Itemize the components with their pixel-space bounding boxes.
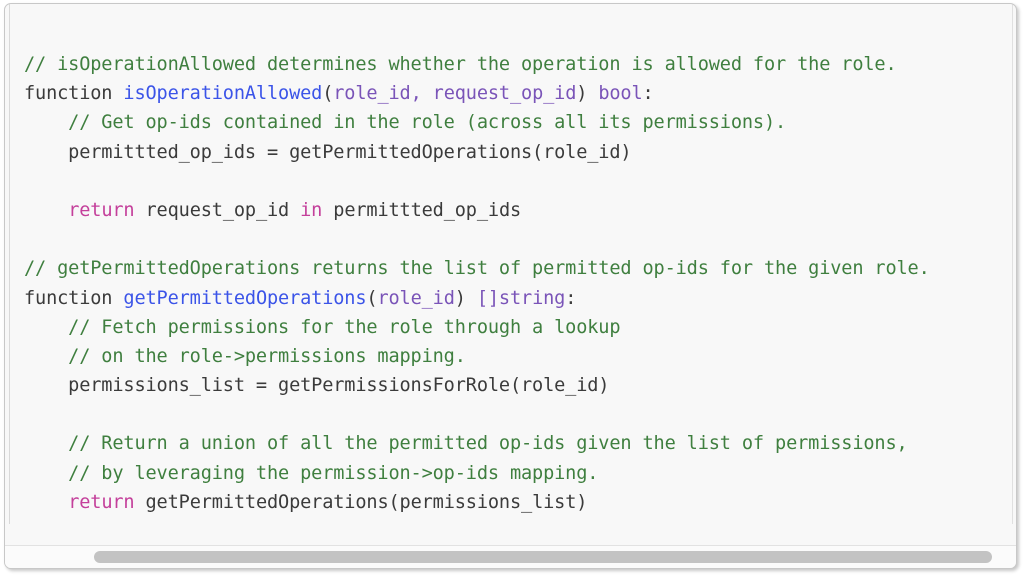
code-token-pln: permittted_op_ids [322, 199, 522, 221]
code-line: permittted_op_ids = getPermittedOperatio… [24, 138, 930, 167]
horizontal-scrollbar-thumb[interactable] [94, 551, 992, 563]
code-token-pln [24, 200, 68, 221]
code-token-typ: []string [476, 287, 566, 309]
code-line: ​ [24, 225, 930, 254]
code-line: // by leveraging the permission->op-ids … [24, 459, 930, 488]
code-token-cmt: // Fetch permissions for the role throug… [24, 316, 621, 338]
code-token-pln [24, 492, 68, 513]
code-line: permissions_list = getPermissionsForRole… [24, 371, 930, 400]
left-gutter-rule [9, 4, 10, 524]
code-line: // Return a union of all the permitted o… [24, 429, 930, 458]
code-token-typ: role_id [377, 287, 455, 309]
code-line: return getPermittedOperations(permission… [24, 488, 930, 517]
code-scroll-area[interactable]: // isOperationAllowed determines whether… [5, 4, 1016, 546]
code-token-pln: request_op_id [134, 199, 301, 221]
code-token-cmt: // on the role->permissions mapping. [24, 345, 466, 367]
code-token-fn: isOperationAllowed [123, 83, 323, 105]
code-token-cmt: // isOperationAllowed determines whether… [24, 54, 897, 75]
code-line: // Get op-ids contained in the role (acr… [24, 108, 930, 137]
horizontal-scrollbar[interactable] [5, 545, 1016, 568]
code-line: // isOperationAllowed determines whether… [24, 50, 930, 79]
right-gutter-rule [1012, 4, 1013, 524]
code-block-panel: // isOperationAllowed determines whether… [4, 3, 1017, 569]
code-token-pln: function [24, 287, 124, 309]
code-token-pln: permittted_op_ids = getPermittedOperatio… [24, 141, 632, 163]
code-token-cmt: // Return a union of all the permitted o… [24, 433, 908, 455]
code-token-cmt: // Get op-ids contained in the role (acr… [24, 112, 787, 134]
code-token-kw: return [68, 491, 135, 513]
code-token-pln: permissions_list = getPermissionsForRole… [24, 375, 610, 397]
code-line: ​ [24, 167, 930, 196]
code-token-kw: return [68, 199, 135, 221]
code-token-pln: ( [322, 83, 334, 105]
code-line: function getPermittedOperations(role_id)… [24, 284, 930, 313]
code-token-cmt: // getPermittedOperations returns the li… [24, 258, 930, 280]
code-token-pln: : [565, 287, 577, 309]
code-token-pln: ) [454, 287, 477, 309]
code-token-typ: role_id, request_op_id [333, 83, 577, 105]
source-code[interactable]: // isOperationAllowed determines whether… [24, 50, 930, 517]
code-token-kw: in [300, 199, 323, 221]
code-line: ​ [24, 400, 930, 429]
code-token-fn: getPermittedOperations [123, 287, 367, 309]
code-token-pln: getPermittedOperations(permissions_list) [134, 491, 588, 513]
code-line: // getPermittedOperations returns the li… [24, 254, 930, 283]
code-line: // Fetch permissions for the role throug… [24, 313, 930, 342]
code-token-pln: ( [366, 287, 378, 309]
code-token-cmt: // by leveraging the permission->op-ids … [24, 462, 599, 484]
code-token-pln: ) [576, 83, 599, 105]
code-line: return request_op_id in permittted_op_id… [24, 196, 930, 225]
code-token-typ: bool [598, 83, 643, 105]
code-line: function isOperationAllowed(role_id, req… [24, 79, 930, 108]
code-token-pln: : [642, 83, 654, 105]
code-line: // on the role->permissions mapping. [24, 342, 930, 371]
code-token-pln: function [24, 83, 124, 105]
